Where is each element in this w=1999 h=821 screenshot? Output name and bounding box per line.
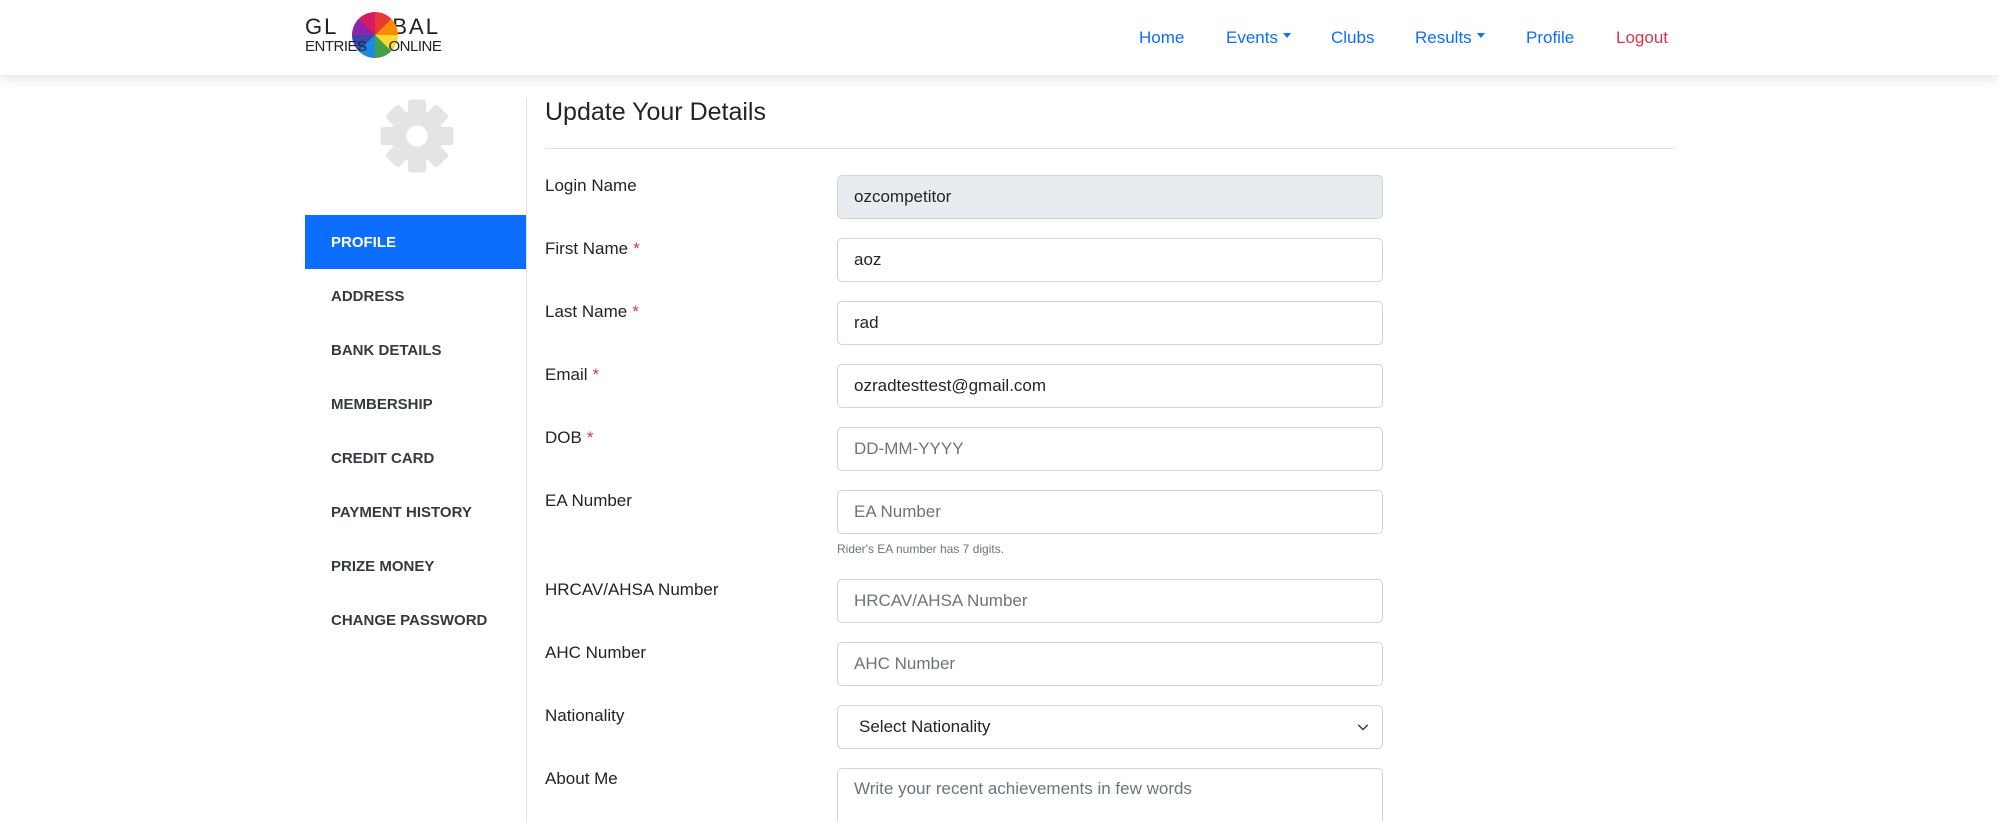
ea-number-help-text: Rider's EA number has 7 digits. <box>837 542 1005 556</box>
required-marker: * <box>633 239 640 258</box>
nav-events-label: Events <box>1226 27 1278 47</box>
first-name-label: First Name * <box>545 239 640 259</box>
nationality-label: Nationality <box>545 706 624 726</box>
about-me-label-text: About Me <box>545 769 618 788</box>
nav-logout[interactable]: Logout <box>1616 0 1668 75</box>
last-name-field[interactable] <box>837 301 1383 345</box>
login-name-label: Login Name <box>545 176 637 196</box>
top-navbar: GL BAL ENTRIES ONLINE Home Events Clubs Re… <box>0 0 1999 75</box>
brand-logo[interactable]: GL BAL ENTRIES ONLINE <box>305 10 450 62</box>
nationality-label-text: Nationality <box>545 706 625 725</box>
sidebar-item-bank-details[interactable]: BANK DETAILS <box>305 323 526 377</box>
sidebar-item-profile[interactable]: PROFILE <box>305 215 526 269</box>
hrcav-number-label: HRCAV/AHSA Number <box>545 580 719 600</box>
nav-home-label: Home <box>1139 27 1185 47</box>
profile-sidebar: PROFILE ADDRESS BANK DETAILS MEMBERSHIP … <box>305 98 527 821</box>
email-field[interactable] <box>837 364 1383 408</box>
nav-home[interactable]: Home <box>1139 0 1184 75</box>
sidebar-item-change-password[interactable]: CHANGE PASSWORD <box>305 593 526 647</box>
login-name-field[interactable] <box>837 175 1383 219</box>
sidebar-item-label: PAYMENT HISTORY <box>331 503 472 521</box>
nav-events-dropdown[interactable]: Events <box>1226 0 1291 75</box>
ahc-number-label-text: AHC Number <box>545 643 647 662</box>
chevron-down-icon <box>1357 724 1369 731</box>
ea-number-label-text: EA Number <box>545 491 632 510</box>
first-name-label-text: First Name <box>545 239 629 258</box>
brand-line-2: ENTRIES ONLINE <box>305 38 442 55</box>
last-name-label-text: Last Name <box>545 302 628 321</box>
nav-results-dropdown[interactable]: Results <box>1415 0 1485 75</box>
nav-profile-label: Profile <box>1526 27 1575 47</box>
ea-number-label: EA Number <box>545 491 632 511</box>
nav-clubs-label: Clubs <box>1331 27 1375 47</box>
nav-results-label: Results <box>1415 27 1472 47</box>
required-marker: * <box>592 365 600 384</box>
sidebar-item-label: CHANGE PASSWORD <box>331 611 488 629</box>
sidebar-item-membership[interactable]: MEMBERSHIP <box>305 377 526 431</box>
sidebar-item-label: BANK DETAILS <box>331 341 442 359</box>
nav-logout-label: Logout <box>1616 27 1668 47</box>
brand-text-online: ONLINE <box>388 38 442 55</box>
about-me-label: About Me <box>545 769 618 789</box>
sidebar-item-label: MEMBERSHIP <box>331 395 433 413</box>
ahc-number-label: AHC Number <box>545 643 646 663</box>
ahc-number-field[interactable] <box>837 642 1383 686</box>
page-title: Update Your Details <box>545 98 766 126</box>
dob-field[interactable] <box>837 427 1383 471</box>
brand-text-gl: GL <box>305 14 339 39</box>
caret-down-icon <box>1282 33 1291 38</box>
brand-text-bal: BAL <box>392 14 440 39</box>
sidebar-item-label: CREDIT CARD <box>331 449 435 467</box>
gear-icon <box>380 99 454 173</box>
sidebar-item-address[interactable]: ADDRESS <box>305 269 526 323</box>
required-marker: * <box>586 428 594 447</box>
sidebar-item-label: PROFILE <box>331 233 397 251</box>
title-divider <box>545 148 1675 149</box>
sidebar-item-label: PRIZE MONEY <box>331 557 435 575</box>
last-name-label: Last Name * <box>545 302 639 322</box>
email-label: Email * <box>545 365 599 385</box>
dob-label-text: DOB <box>545 428 582 447</box>
first-name-field[interactable] <box>837 238 1383 282</box>
nationality-selected-value: Select Nationality <box>859 717 991 736</box>
sidebar-item-credit-card[interactable]: CREDIT CARD <box>305 431 526 485</box>
required-marker: * <box>632 302 639 321</box>
login-name-label-text: Login Name <box>545 176 637 195</box>
nav-clubs[interactable]: Clubs <box>1331 0 1374 75</box>
brand-text-entries: ENTRIES <box>305 38 367 55</box>
hrcav-number-label-text: HRCAV/AHSA Number <box>545 580 719 599</box>
nav-profile[interactable]: Profile <box>1526 0 1574 75</box>
email-label-text: Email <box>545 365 588 384</box>
dob-label: DOB * <box>545 428 593 448</box>
sidebar-item-label: ADDRESS <box>331 287 405 305</box>
hrcav-number-field[interactable] <box>837 579 1383 623</box>
ea-number-field[interactable] <box>837 490 1383 534</box>
caret-down-icon <box>1476 33 1485 38</box>
sidebar-item-prize-money[interactable]: PRIZE MONEY <box>305 539 526 593</box>
sidebar-item-payment-history[interactable]: PAYMENT HISTORY <box>305 485 526 539</box>
nationality-select[interactable]: Select Nationality <box>837 705 1383 749</box>
about-me-textarea[interactable] <box>837 768 1383 821</box>
